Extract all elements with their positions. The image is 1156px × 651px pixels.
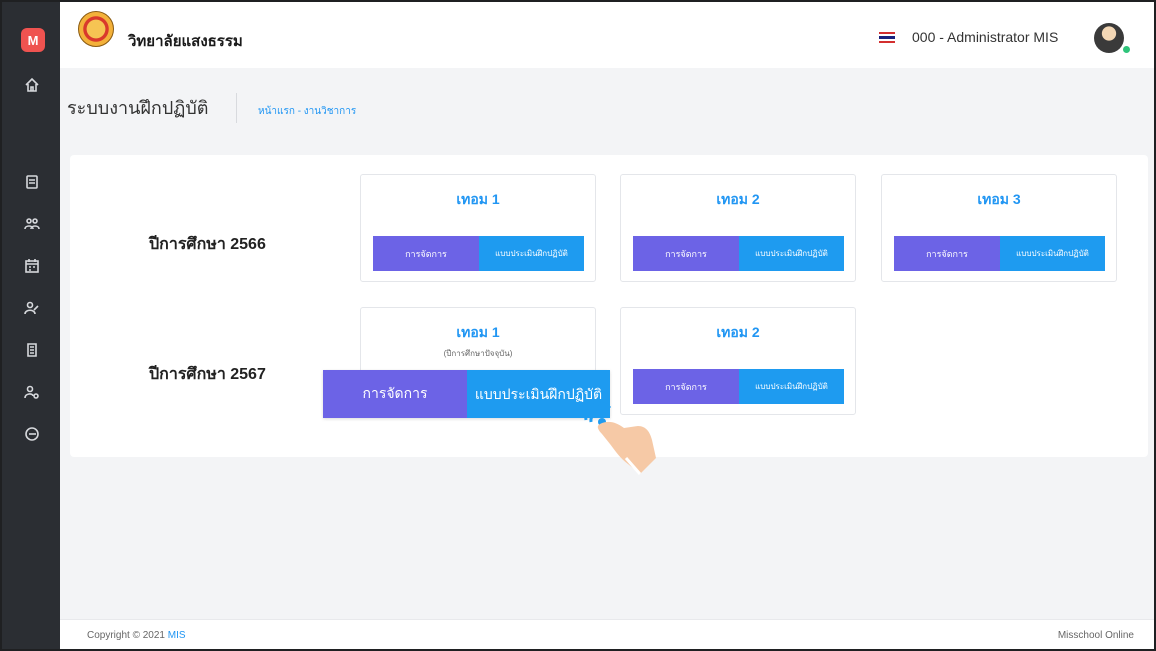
user-name[interactable]: 000 - Administrator MIS: [912, 29, 1058, 45]
footer: Copyright © 2021 MIS Misschool Online: [60, 619, 1154, 649]
user-edit-icon[interactable]: [21, 297, 43, 319]
term-title: เทอม 2: [716, 191, 760, 207]
term-title: เทอม 1: [456, 324, 500, 340]
manage-button[interactable]: การจัดการ: [373, 236, 479, 271]
evaluation-button[interactable]: แบบประเมินฝึกปฏิบัติ: [739, 369, 844, 404]
evaluation-button[interactable]: แบบประเมินฝึกปฏิบัติ: [1000, 236, 1105, 271]
group-icon[interactable]: [21, 213, 43, 235]
header-divider: [236, 93, 237, 123]
copyright-text: Copyright © 2021 MIS: [87, 630, 186, 641]
brand-name: Misschool Online: [1057, 630, 1134, 641]
current-year-note: (ปีการศึกษาปัจจุบัน): [443, 349, 513, 358]
highlighted-button-row: การจัดการ แบบประเมินฝึกปฏิบัติ: [323, 370, 610, 418]
manage-button[interactable]: การจัดการ: [633, 236, 739, 271]
term-box-2566-3: เทอม 3 การจัดการ แบบประเมินฝึกปฏิบัติ: [881, 174, 1117, 282]
term-title: เทอม 1: [456, 191, 500, 207]
evaluation-button[interactable]: แบบประเมินฝึกปฏิบัติ: [479, 236, 584, 271]
user-settings-icon[interactable]: [21, 381, 43, 403]
mis-link[interactable]: MIS: [168, 630, 186, 641]
manage-button[interactable]: การจัดการ: [894, 236, 1000, 271]
top-bar: วิทยาลัยแสงธรรม 000 - Administrator MIS: [60, 2, 1154, 68]
online-status-icon: [1122, 45, 1131, 54]
college-emblem: [78, 11, 114, 47]
term-box-2566-1: เทอม 1 การจัดการ แบบประเมินฝึกปฏิบัติ: [360, 174, 596, 282]
term-box-2566-2: เทอม 2 การจัดการ แบบประเมินฝึกปฏิบัติ: [620, 174, 856, 282]
logout-icon[interactable]: [21, 423, 43, 445]
page-title: ระบบงานฝึกปฏิบัติ: [67, 98, 209, 118]
notes-icon[interactable]: [21, 339, 43, 361]
term-title: เทอม 3: [977, 191, 1021, 207]
thai-flag-icon[interactable]: [879, 32, 895, 43]
sidebar: M: [2, 2, 60, 649]
year-label-2566: ปีการศึกษา 2566: [149, 236, 266, 253]
document-icon[interactable]: [21, 171, 43, 193]
home-icon[interactable]: [21, 74, 43, 96]
manage-button[interactable]: การจัดการ: [323, 370, 467, 418]
evaluation-button[interactable]: แบบประเมินฝึกปฏิบัติ: [739, 236, 844, 271]
app-logo[interactable]: M: [21, 28, 45, 52]
calendar-icon[interactable]: [21, 255, 43, 277]
school-name: วิทยาลัยแสงธรรม: [128, 33, 243, 50]
breadcrumb[interactable]: หน้าแรก - งานวิชาการ: [258, 104, 356, 119]
term-title: เทอม 2: [716, 324, 760, 340]
year-label-2567: ปีการศึกษา 2567: [149, 366, 266, 383]
tap-hand-icon: [584, 402, 656, 475]
avatar[interactable]: [1094, 23, 1124, 53]
